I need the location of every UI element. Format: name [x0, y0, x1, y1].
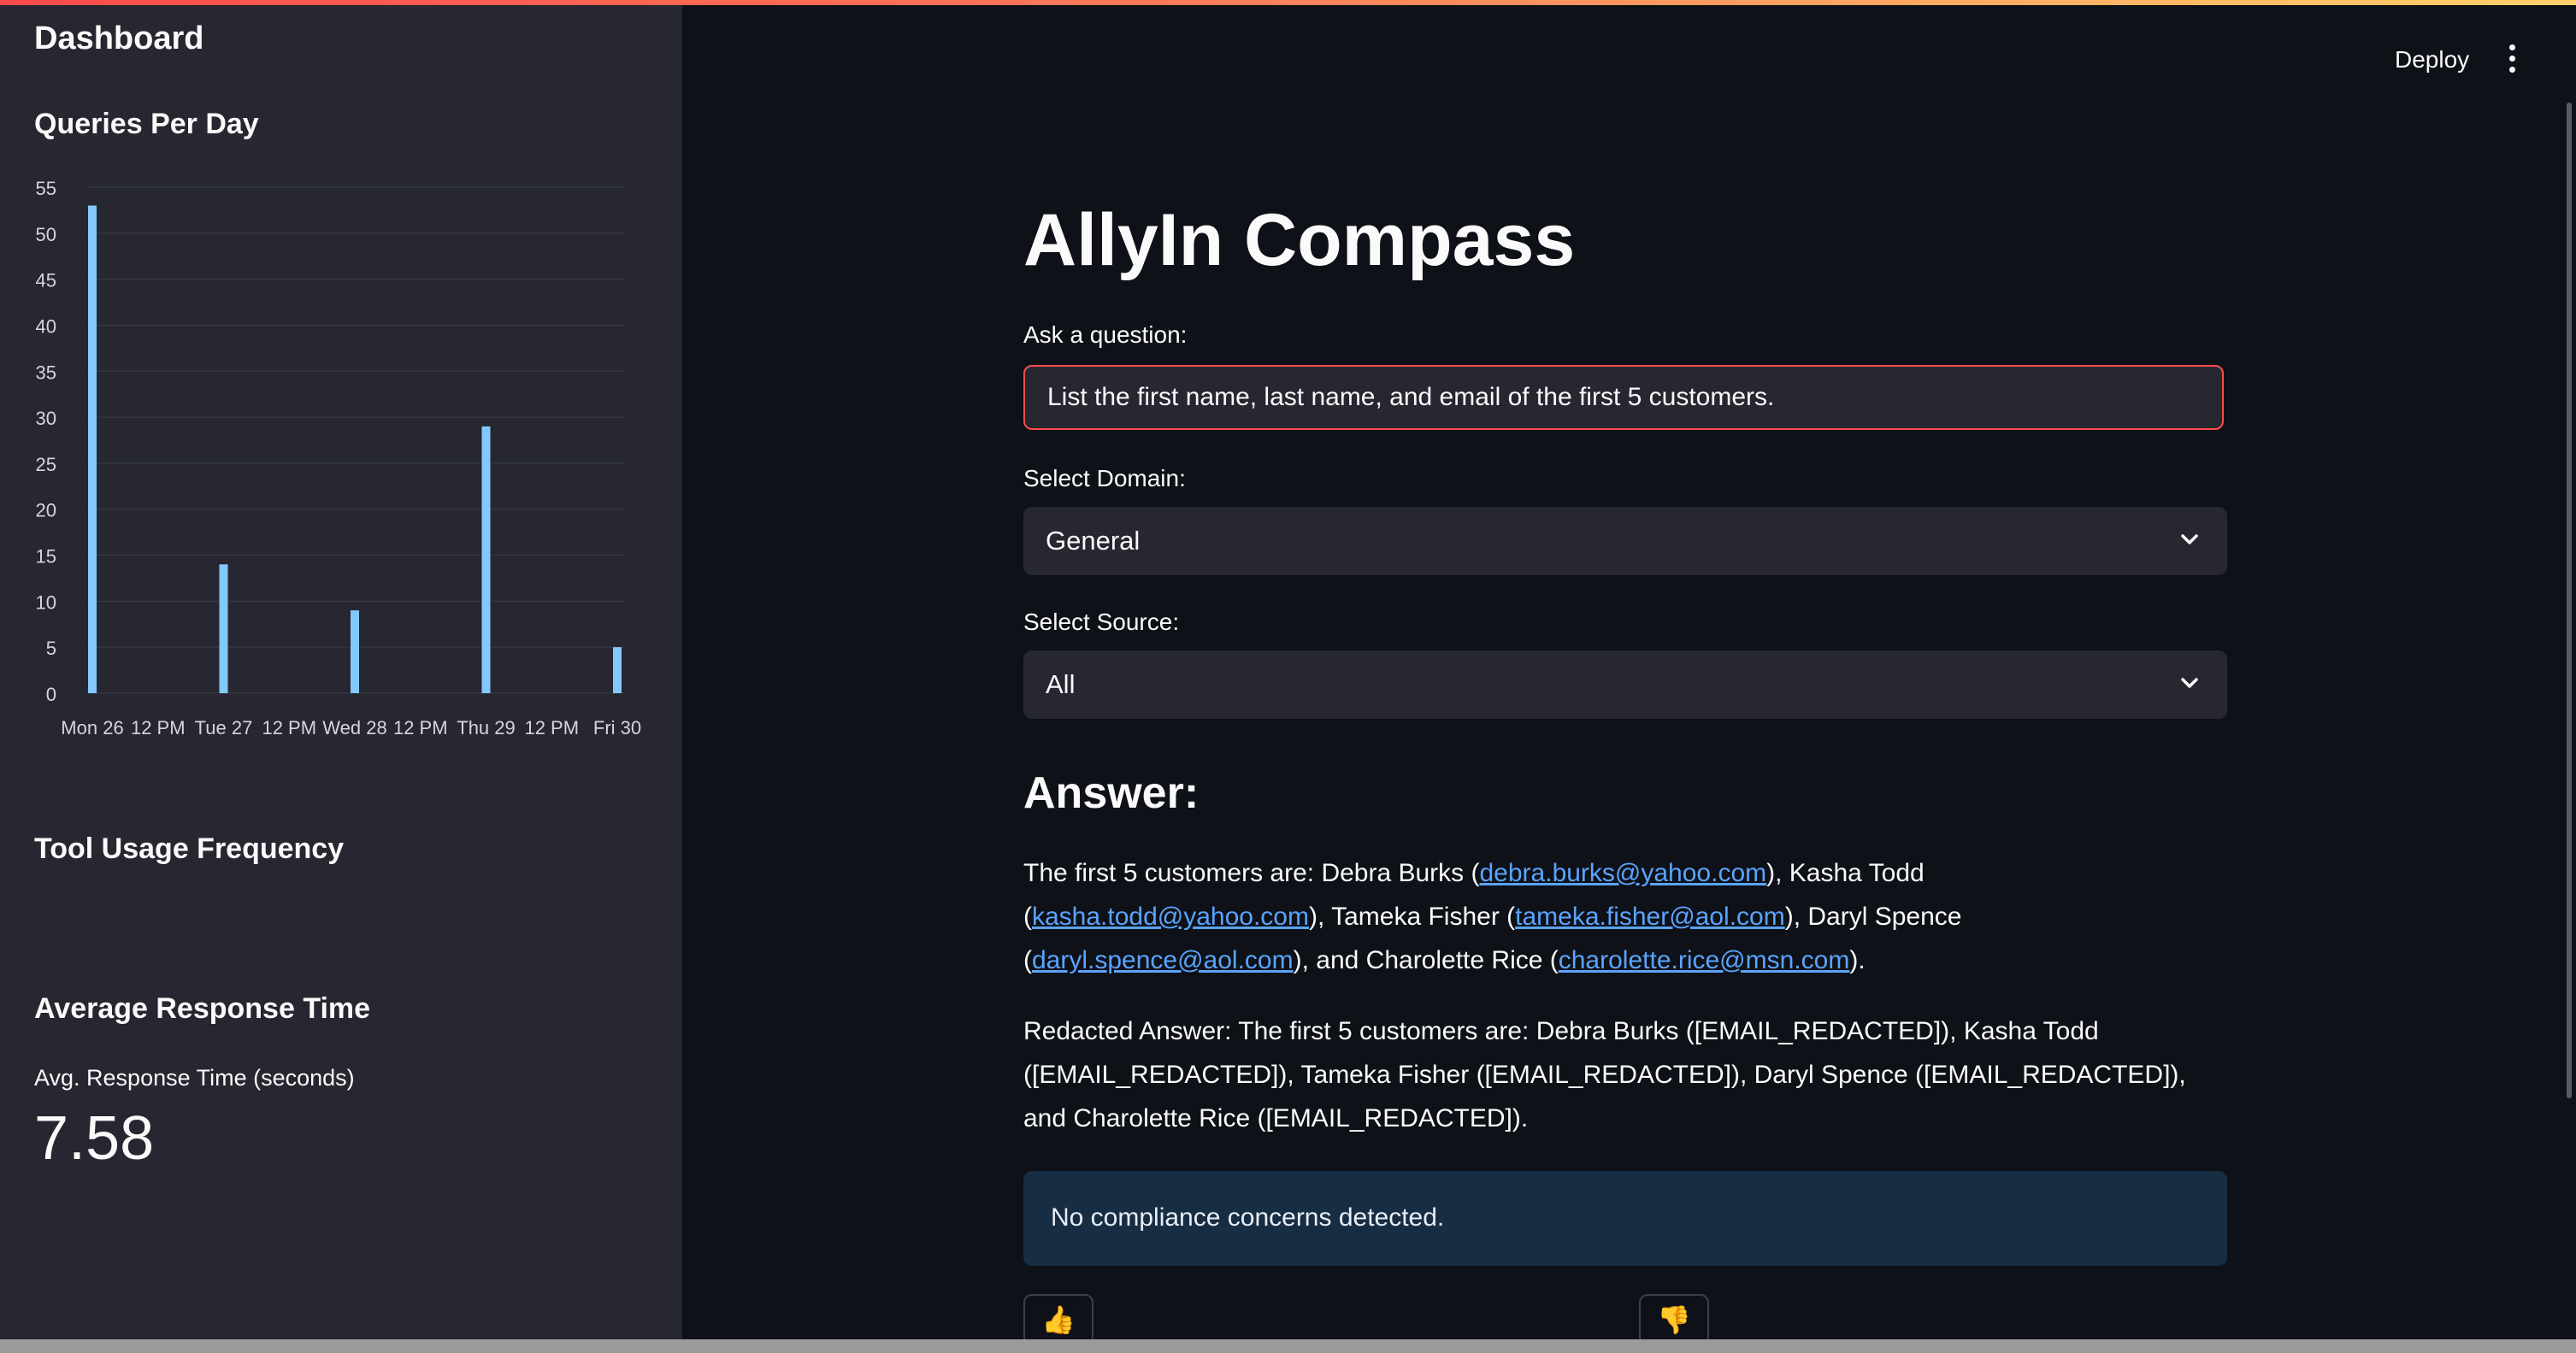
kebab-menu-icon[interactable] [2505, 44, 2519, 75]
answer-segment: ), and Charolette Rice ( [1293, 946, 1559, 974]
answer-segment: The first 5 customers are: Debra Burks ( [1023, 859, 1480, 887]
compliance-message: No compliance concerns detected. [1051, 1203, 1445, 1232]
answer-segment: ), Tameka Fisher ( [1308, 903, 1516, 931]
chart-bar [613, 647, 622, 693]
thumbs-down-icon: 👎 [1657, 1304, 1691, 1335]
email-link-debra[interactable]: debra.burks@yahoo.com [1480, 859, 1767, 887]
question-input-wrapper [1023, 365, 2224, 430]
x-tick-label: 12 PM [524, 717, 579, 738]
chart-bar [219, 564, 228, 693]
y-tick-label: 40 [36, 315, 56, 337]
x-tick-label: Fri 30 [593, 717, 641, 738]
y-tick-label: 10 [36, 591, 56, 613]
chart-bar [481, 426, 491, 693]
scrollbar[interactable] [2567, 103, 2572, 1098]
x-tick-label: Wed 28 [322, 717, 386, 738]
x-tick-label: 12 PM [393, 717, 448, 738]
window-bottom-edge [0, 1339, 2576, 1353]
y-tick-label: 35 [36, 362, 56, 383]
question-label: Ask a question: [1023, 321, 1188, 348]
avg-response-heading: Average Response Time [34, 992, 371, 1025]
domain-select[interactable]: General [1023, 507, 2227, 575]
x-tick-label: Mon 26 [61, 717, 123, 738]
email-link-charolette[interactable]: charolette.rice@msn.com [1559, 946, 1850, 974]
sidebar-title: Dashboard [34, 21, 204, 56]
domain-label: Select Domain: [1023, 465, 1186, 491]
email-link-kasha[interactable]: kasha.todd@yahoo.com [1032, 903, 1309, 931]
app-title: AllyIn Compass [1023, 199, 1576, 281]
redacted-answer-text: Redacted Answer: The first 5 customers a… [1023, 1017, 2186, 1132]
email-link-daryl[interactable]: daryl.spence@aol.com [1032, 946, 1294, 974]
y-tick-label: 5 [46, 638, 56, 659]
deploy-button[interactable]: Deploy [2395, 46, 2469, 74]
y-tick-label: 15 [36, 546, 56, 568]
x-tick-label: Thu 29 [457, 717, 516, 738]
avg-response-label: Avg. Response Time (seconds) [34, 1065, 355, 1091]
y-tick-label: 45 [36, 270, 56, 291]
domain-select-value: General [1046, 526, 1141, 556]
y-tick-label: 0 [46, 684, 56, 705]
chart-bar [88, 205, 97, 693]
chart-bar [351, 610, 359, 693]
y-tick-label: 20 [36, 500, 56, 521]
source-select[interactable]: All [1023, 650, 2227, 719]
thumbs-up-button[interactable]: 👍 [1023, 1294, 1093, 1345]
source-select-value: All [1046, 669, 1076, 699]
chevron-down-icon [2181, 678, 2198, 688]
answer-heading: Answer: [1023, 768, 1200, 818]
avg-response-value: 7.58 [34, 1104, 155, 1173]
question-input[interactable] [1025, 367, 2222, 428]
thumbs-up-icon: 👍 [1041, 1304, 1076, 1335]
queries-per-day-heading: Queries Per Day [34, 108, 259, 140]
chevron-down-icon [2181, 534, 2198, 544]
x-tick-label: Tue 27 [195, 717, 253, 738]
answer-text: The first 5 customers are: Debra Burks (… [1023, 851, 2227, 982]
y-tick-label: 25 [36, 454, 56, 475]
email-link-tameka[interactable]: tameka.fisher@aol.com [1515, 903, 1785, 931]
sidebar: Dashboard Queries Per Day 0 5 10 15 20 25 30 35… [0, 5, 682, 1339]
y-tick-label: 55 [36, 178, 56, 199]
thumbs-down-button[interactable]: 👎 [1639, 1294, 1709, 1345]
x-tick-label: 12 PM [262, 717, 316, 738]
queries-per-day-chart: 0 5 10 15 20 25 30 35 40 45 50 55 Mon 26 12 PM Tue 27 1… [36, 178, 641, 738]
tool-usage-heading: Tool Usage Frequency [34, 832, 345, 865]
x-tick-label: 12 PM [131, 717, 186, 738]
compliance-info-box: No compliance concerns detected. [1023, 1171, 2227, 1266]
y-tick-label: 30 [36, 408, 56, 429]
answer-segment: ). [1849, 946, 1866, 974]
source-label: Select Source: [1023, 609, 1180, 635]
y-tick-label: 50 [36, 224, 56, 245]
